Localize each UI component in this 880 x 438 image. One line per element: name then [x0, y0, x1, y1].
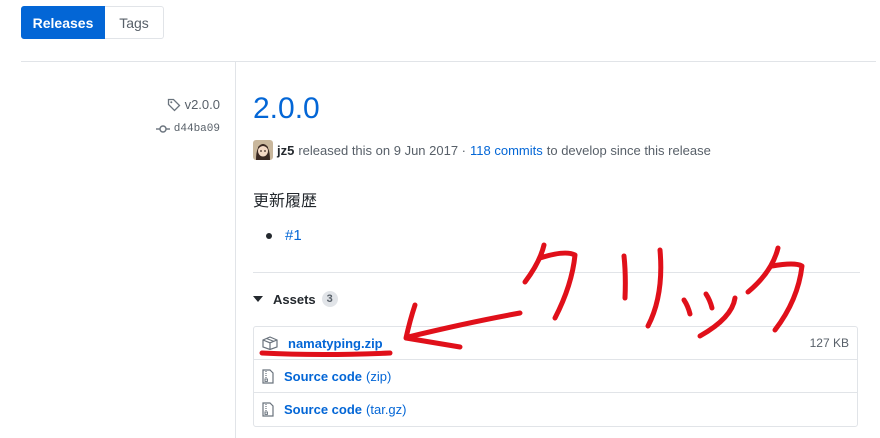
annotation-text-ku: [522, 242, 578, 321]
asset-row[interactable]: Source code (zip): [254, 360, 857, 393]
list-bullet: [266, 232, 272, 239]
commit-icon: [155, 124, 170, 134]
asset-size: 127 KB: [809, 336, 849, 350]
asset-download-link[interactable]: Source code: [284, 369, 362, 384]
triangle-down-icon: [253, 296, 263, 302]
commits-link[interactable]: 118 commits: [470, 143, 543, 158]
release-notes-list: #1: [253, 227, 302, 244]
asset-format[interactable]: (zip): [366, 369, 391, 384]
commits-suffix: to develop since this release: [546, 142, 711, 158]
file-zip-icon: [262, 368, 274, 384]
asset-row[interactable]: Source code (tar.gz): [254, 393, 857, 426]
divider: [253, 272, 860, 273]
divider: [235, 61, 236, 438]
asset-row[interactable]: namatyping.zip 127 KB: [254, 327, 857, 360]
tab-tags[interactable]: Tags: [105, 6, 164, 39]
package-icon: [262, 336, 278, 350]
issue-link[interactable]: #1: [285, 227, 302, 244]
release-byline: jz5 released this on 9 Jun 2017 · 118 co…: [253, 140, 711, 160]
annotation-text-ri: [621, 247, 664, 329]
release-notes-heading: 更新履歴: [253, 193, 318, 210]
release-tabs: Releases Tags: [21, 6, 164, 39]
assets-list: namatyping.zip 127 KB Source code (zip) …: [253, 326, 858, 427]
tab-releases[interactable]: Releases: [21, 6, 105, 39]
file-zip-icon: [262, 402, 274, 417]
asset-download-link[interactable]: Source code: [284, 402, 362, 417]
assets-heading: Assets: [273, 291, 316, 307]
divider: [21, 61, 876, 62]
release-title[interactable]: 2.0.0: [253, 92, 320, 126]
annotation-text-ku2: [745, 245, 805, 333]
assets-toggle[interactable]: Assets 3: [253, 291, 338, 307]
commit-link[interactable]: d44ba09: [155, 123, 220, 135]
avatar[interactable]: [253, 140, 273, 160]
assets-count-badge: 3: [321, 291, 338, 307]
author-link[interactable]: jz5: [277, 143, 294, 158]
tag-label: v2.0.0: [184, 97, 220, 112]
tag-icon: [167, 98, 181, 112]
released-text: released this on 9 Jun 2017 ·: [298, 142, 467, 158]
asset-download-link[interactable]: namatyping.zip: [288, 336, 383, 351]
release-tag-link[interactable]: v2.0.0: [167, 97, 220, 112]
commit-sha: d44ba09: [173, 123, 220, 135]
asset-format[interactable]: (tar.gz): [366, 402, 406, 417]
